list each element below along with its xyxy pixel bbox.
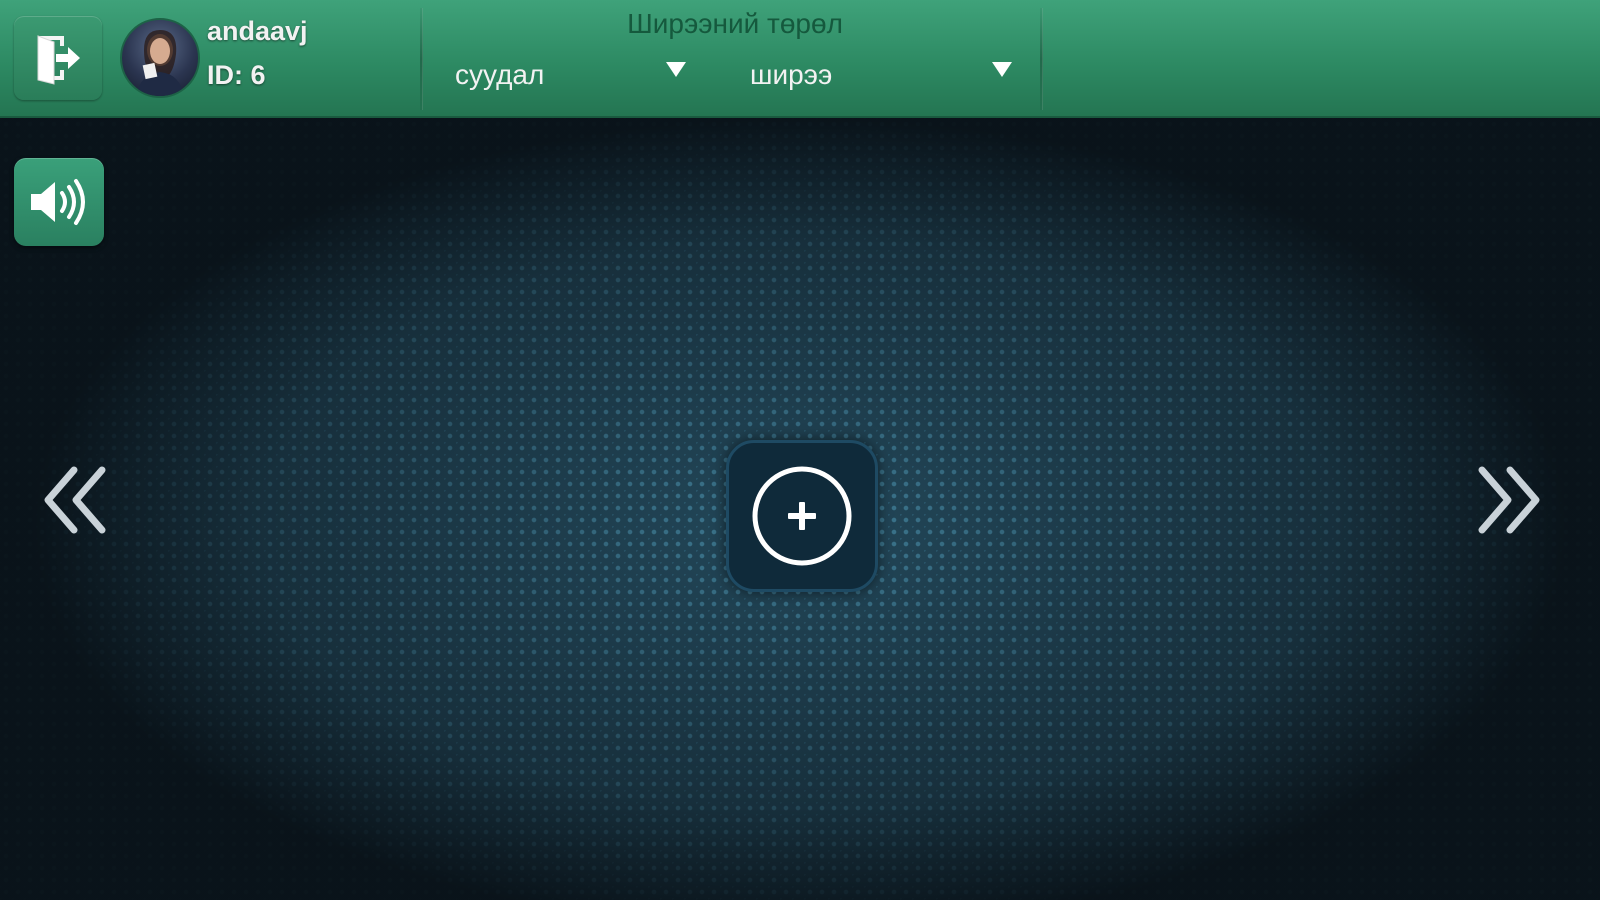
seat-count-select[interactable]: суудал [455, 52, 695, 98]
chevron-down-icon [666, 62, 686, 77]
avatar-portrait-icon [136, 30, 184, 96]
header-divider [420, 8, 423, 110]
double-chevron-left-icon [44, 466, 106, 534]
previous-page-button[interactable] [40, 462, 110, 538]
table-type-title: Ширээний төрөл [627, 8, 843, 39]
table-select[interactable]: ширээ [750, 52, 1020, 98]
speaker-volume-icon [31, 179, 85, 225]
next-page-button[interactable] [1474, 462, 1544, 538]
plus-circle-icon [752, 466, 852, 566]
top-bar: andaavj ID: 6 Ширээний төрөл суудал ширэ… [0, 0, 1600, 118]
chevron-down-icon [992, 62, 1012, 77]
exit-button[interactable] [14, 16, 102, 100]
seat-count-value: суудал [455, 59, 545, 90]
header-divider [1040, 8, 1043, 110]
exit-door-icon [37, 35, 80, 85]
create-table-button[interactable] [726, 440, 878, 592]
double-chevron-right-icon [1478, 466, 1540, 534]
username: andaavj [207, 16, 308, 46]
table-select-value: ширээ [750, 59, 833, 90]
user-id: ID: 6 [207, 60, 266, 90]
avatar[interactable] [120, 18, 200, 98]
sound-toggle-button[interactable] [14, 158, 104, 246]
